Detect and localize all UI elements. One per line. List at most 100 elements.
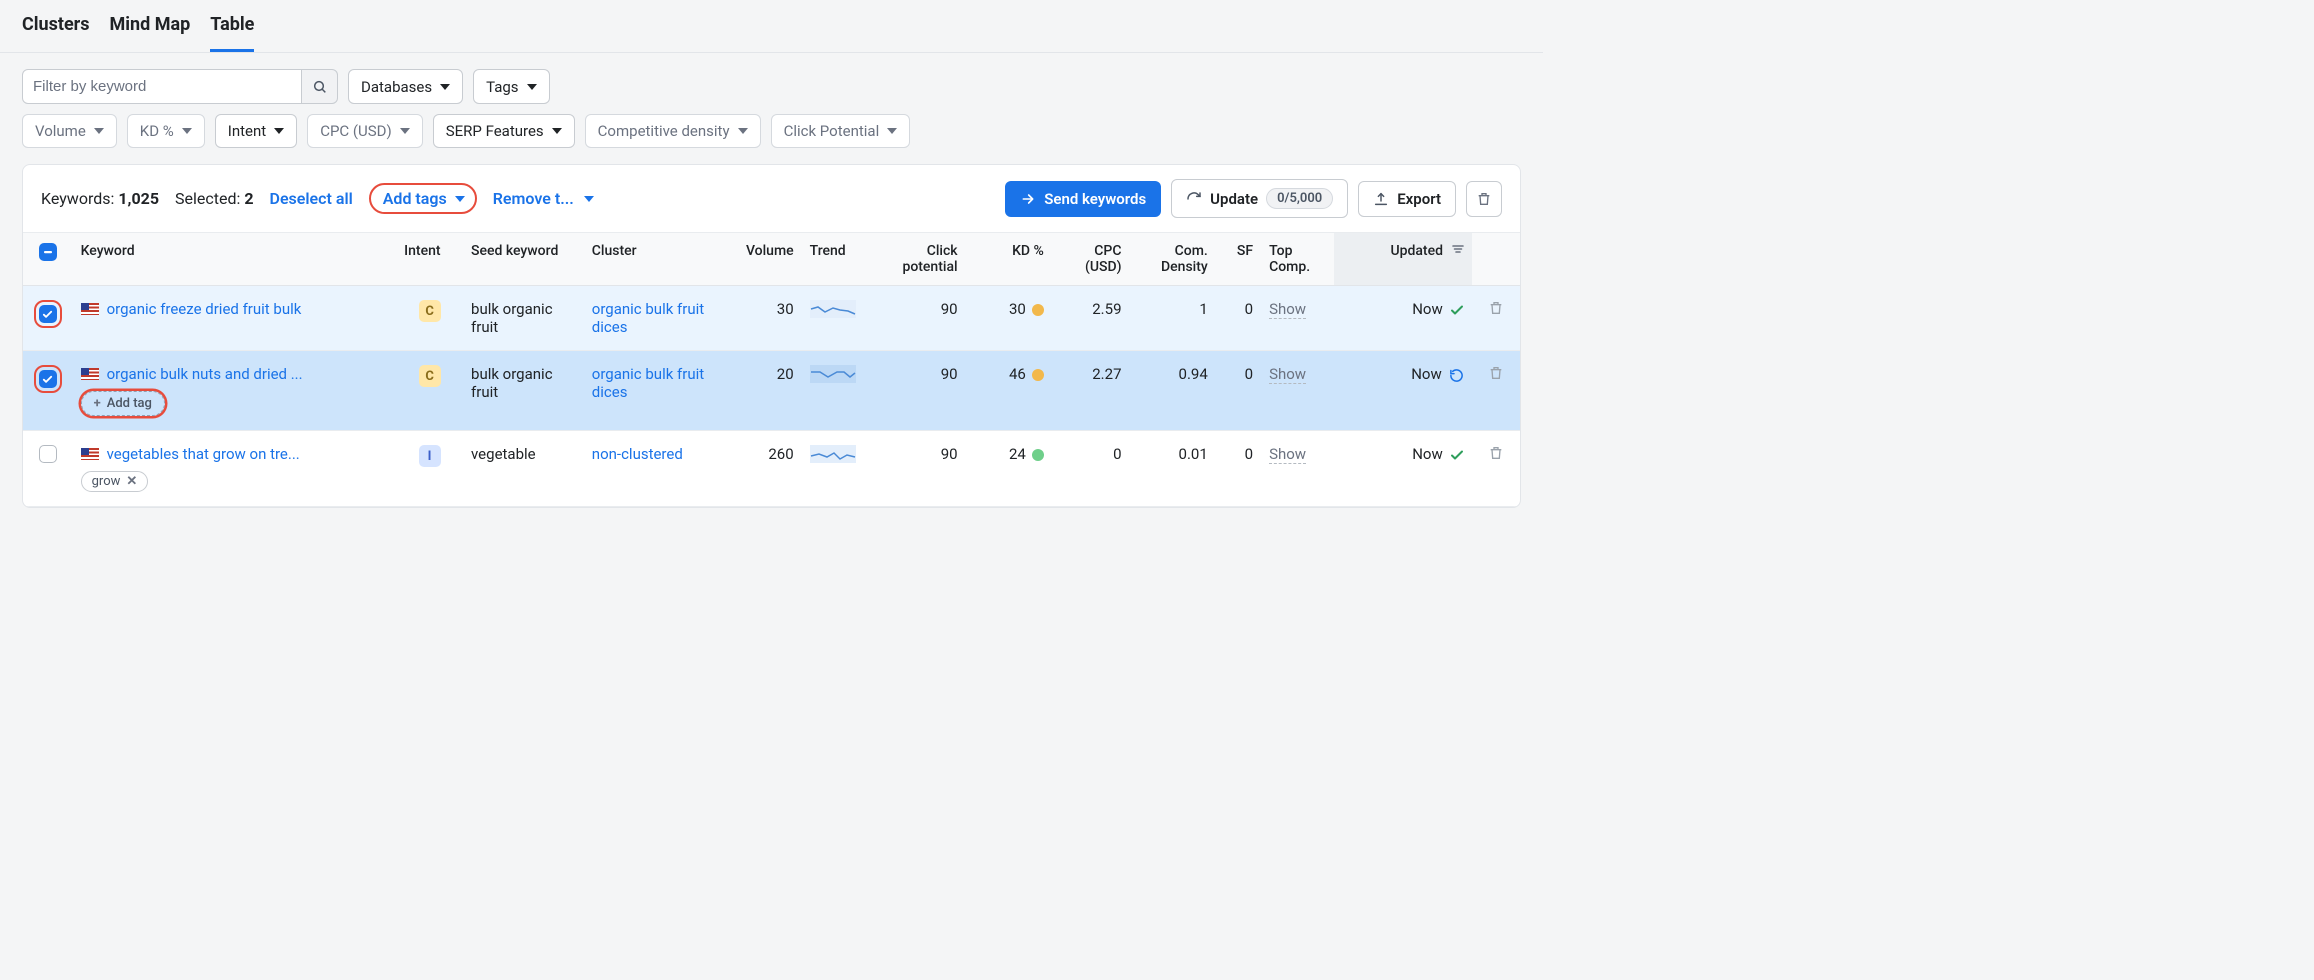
export-icon <box>1373 191 1389 207</box>
filter-label: Competitive density <box>598 122 730 140</box>
kd-value: 24 <box>966 431 1052 507</box>
col-intent[interactable]: Intent <box>396 233 463 286</box>
keyword-link[interactable]: vegetables that grow on tre... <box>107 445 300 463</box>
update-button[interactable]: Update 0/5,000 <box>1171 179 1348 218</box>
tag-chip[interactable]: grow ✕ <box>81 471 149 492</box>
row-checkbox-highlight <box>34 300 62 328</box>
volume-value: 20 <box>713 351 801 431</box>
row-checkbox[interactable] <box>39 370 57 388</box>
delete-selected-button[interactable] <box>1466 181 1502 217</box>
volume-value: 30 <box>713 286 801 351</box>
col-sf[interactable]: SF <box>1216 233 1261 286</box>
cluster-link[interactable]: organic bulk fruit dices <box>592 365 704 401</box>
kd-dot-icon <box>1032 304 1044 316</box>
filter-label: CPC (USD) <box>320 122 392 140</box>
search-input[interactable] <box>22 69 302 104</box>
add-tag-inline-button[interactable]: + Add tag <box>81 391 165 416</box>
tag-remove-button[interactable]: ✕ <box>126 474 137 489</box>
col-trend[interactable]: Trend <box>802 233 873 286</box>
kd-dot-icon <box>1032 449 1044 461</box>
click-potential-value: 90 <box>873 286 966 351</box>
header-checkbox[interactable] <box>23 233 73 286</box>
kd-dot-icon <box>1032 369 1044 381</box>
search-button[interactable] <box>302 69 338 104</box>
cpc-value: 2.27 <box>1052 351 1130 431</box>
filter-serp[interactable]: SERP Features <box>433 114 575 148</box>
col-cluster[interactable]: Cluster <box>584 233 713 286</box>
row-delete-button[interactable] <box>1488 302 1504 320</box>
volume-value: 260 <box>713 431 801 507</box>
filter-clickpot[interactable]: Click Potential <box>771 114 911 148</box>
row-checkbox[interactable] <box>39 445 57 463</box>
chevron-down-icon <box>552 128 562 134</box>
col-com[interactable]: Com. Density <box>1130 233 1216 286</box>
flag-us-icon <box>81 303 99 315</box>
filter-databases[interactable]: Databases <box>348 69 463 104</box>
tab-table[interactable]: Table <box>210 14 254 52</box>
cpc-value: 2.59 <box>1052 286 1130 351</box>
row-delete-button[interactable] <box>1488 447 1504 465</box>
top-competitors-link[interactable]: Show <box>1269 365 1306 384</box>
chevron-down-icon <box>94 128 104 134</box>
search-icon <box>312 79 328 95</box>
results-panel: Keywords: 1,025 Selected: 2 Deselect all… <box>22 164 1521 508</box>
col-kd[interactable]: KD % <box>966 233 1052 286</box>
cluster-link[interactable]: organic bulk fruit dices <box>592 300 704 336</box>
chevron-down-icon <box>182 128 192 134</box>
filter-label: Volume <box>35 122 86 140</box>
row-checkbox[interactable] <box>39 305 57 323</box>
sf-value: 0 <box>1216 431 1261 507</box>
col-keyword[interactable]: Keyword <box>73 233 397 286</box>
chevron-down-icon <box>400 128 410 134</box>
send-keywords-button[interactable]: Send keywords <box>1005 181 1161 217</box>
view-tabs: Clusters Mind Map Table <box>0 0 1543 53</box>
remove-button[interactable]: Remove t... <box>493 189 574 208</box>
refresh-icon <box>1186 191 1202 207</box>
filter-compdensity[interactable]: Competitive density <box>585 114 761 148</box>
add-tags-button[interactable]: Add tags <box>369 183 477 214</box>
filter-intent[interactable]: Intent <box>215 114 297 148</box>
filter-label: Tags <box>486 78 518 96</box>
click-potential-value: 90 <box>873 431 966 507</box>
refresh-icon[interactable] <box>1449 368 1464 383</box>
tab-clusters[interactable]: Clusters <box>22 14 90 52</box>
com-density-value: 1 <box>1130 286 1216 351</box>
filter-label: KD % <box>140 122 174 140</box>
filter-label: Intent <box>228 122 266 140</box>
col-click[interactable]: Click potential <box>873 233 966 286</box>
filter-kd[interactable]: KD % <box>127 114 205 148</box>
keyword-link[interactable]: organic bulk nuts and dried ... <box>107 365 303 383</box>
deselect-all-button[interactable]: Deselect all <box>270 189 353 208</box>
filter-label: SERP Features <box>446 122 544 140</box>
top-competitors-link[interactable]: Show <box>1269 445 1306 464</box>
flag-us-icon <box>81 448 99 460</box>
panel-toolbar: Keywords: 1,025 Selected: 2 Deselect all… <box>23 165 1520 233</box>
trend-sparkline <box>810 365 856 383</box>
seed-keyword: bulk organic fruit <box>463 286 584 351</box>
updated-value: Now <box>1334 431 1472 507</box>
col-updated[interactable]: Updated <box>1334 233 1472 286</box>
row-delete-button[interactable] <box>1488 367 1504 385</box>
cluster-link[interactable]: non-clustered <box>592 445 683 463</box>
chevron-down-icon <box>738 128 748 134</box>
col-volume[interactable]: Volume <box>713 233 801 286</box>
export-button[interactable]: Export <box>1358 181 1456 217</box>
tab-mindmap[interactable]: Mind Map <box>110 14 191 52</box>
filter-volume[interactable]: Volume <box>22 114 117 148</box>
col-cpc[interactable]: CPC (USD) <box>1052 233 1130 286</box>
intent-badge: C <box>419 365 441 387</box>
chevron-down-icon[interactable] <box>584 196 594 202</box>
top-competitors-link[interactable]: Show <box>1269 300 1306 319</box>
filter-cpc[interactable]: CPC (USD) <box>307 114 423 148</box>
updated-value: Now <box>1334 286 1472 351</box>
chevron-down-icon <box>274 128 284 134</box>
col-top[interactable]: Top Comp. <box>1261 233 1334 286</box>
filter-tags[interactable]: Tags <box>473 69 549 104</box>
kd-value: 30 <box>966 286 1052 351</box>
col-seed[interactable]: Seed keyword <box>463 233 584 286</box>
plus-icon: + <box>94 396 101 411</box>
add-tags-label: Add tags <box>383 189 447 208</box>
trend-sparkline <box>810 445 856 463</box>
sf-value: 0 <box>1216 286 1261 351</box>
keyword-link[interactable]: organic freeze dried fruit bulk <box>107 300 302 318</box>
